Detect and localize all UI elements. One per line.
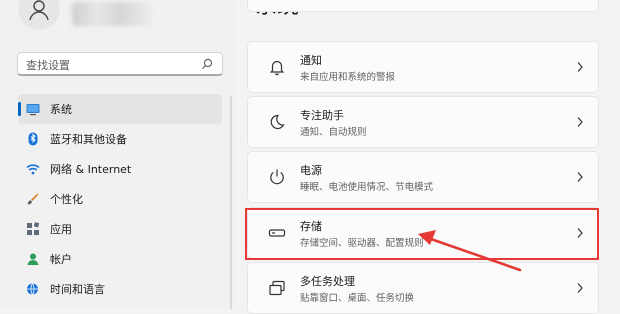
chevron-right-icon — [577, 228, 583, 238]
nav-item-time-language[interactable]: 时间和语言 — [18, 274, 222, 304]
search-icon[interactable] — [200, 57, 214, 71]
card-title: 多任务处理 — [300, 275, 355, 288]
nav-label: 蓝牙和其他设备 — [50, 133, 127, 146]
card-title: 专注助手 — [300, 109, 344, 122]
avatar[interactable] — [18, 0, 60, 30]
chevron-right-icon — [577, 62, 583, 72]
username-redacted — [72, 2, 154, 26]
globe-clock-icon — [27, 283, 38, 295]
settings-card-partial — [247, 0, 599, 12]
wifi-icon — [26, 164, 40, 175]
nav-list: 系统 蓝牙和其他设备 网络 & Internet 个性化 应用 帐户 时间和语言 — [18, 94, 222, 304]
search-input[interactable] — [24, 55, 198, 75]
apps-icon — [27, 222, 40, 235]
nav-item-personalization[interactable]: 个性化 — [18, 184, 222, 214]
card-subtitle: 贴靠窗口、桌面、任务切换 — [300, 293, 415, 304]
pane-divider — [230, 96, 232, 309]
multitask-icon — [269, 280, 285, 296]
search-box[interactable] — [17, 52, 223, 76]
brush-icon — [27, 193, 39, 205]
card-title: 电源 — [300, 164, 322, 177]
nav-label: 系统 — [50, 103, 72, 116]
nav-item-apps[interactable]: 应用 — [18, 214, 222, 244]
nav-item-network[interactable]: 网络 & Internet — [18, 154, 222, 184]
power-icon — [270, 169, 284, 185]
nav-label: 应用 — [50, 223, 72, 236]
chevron-right-icon — [577, 172, 583, 182]
card-title: 存储 — [300, 220, 322, 233]
nav-item-accounts[interactable]: 帐户 — [18, 244, 222, 274]
settings-card-storage[interactable]: 存储 存储空间、驱动器、配置规则 — [247, 207, 599, 259]
nav-item-system[interactable]: 系统 — [18, 94, 222, 124]
settings-card-power[interactable]: 电源 睡眠、电池使用情况、节电模式 — [247, 151, 599, 203]
nav-label: 时间和语言 — [50, 283, 105, 296]
nav-label: 帐户 — [50, 253, 72, 266]
user-icon — [29, 0, 49, 21]
left-pane: 系统 蓝牙和其他设备 网络 & Internet 个性化 — [0, 0, 235, 309]
settings-card-focus-assist[interactable]: 专注助手 通知、自动规则 — [247, 96, 599, 148]
nav-item-bluetooth[interactable]: 蓝牙和其他设备 — [18, 124, 222, 154]
bluetooth-icon — [28, 132, 38, 146]
bell-icon — [269, 60, 285, 76]
card-title: 通知 — [300, 54, 322, 67]
settings-card-notifications[interactable]: 通知 来自应用和系统的警报 — [247, 41, 599, 93]
chevron-right-icon — [577, 283, 583, 293]
card-subtitle: 来自应用和系统的警报 — [300, 72, 396, 83]
chevron-right-icon — [577, 117, 583, 127]
account-icon — [27, 253, 39, 265]
storage-icon — [268, 229, 286, 237]
settings-card-multitasking[interactable]: 多任务处理 贴靠窗口、桌面、任务切换 — [247, 262, 599, 314]
moon-icon — [270, 114, 285, 130]
monitor-icon — [26, 104, 40, 116]
card-subtitle: 睡眠、电池使用情况、节电模式 — [300, 182, 434, 193]
nav-label: 网络 & Internet — [50, 163, 132, 176]
card-subtitle: 存储空间、驱动器、配置规则 — [300, 238, 424, 249]
nav-label: 个性化 — [50, 193, 83, 206]
card-subtitle: 通知、自动规则 — [300, 127, 367, 138]
